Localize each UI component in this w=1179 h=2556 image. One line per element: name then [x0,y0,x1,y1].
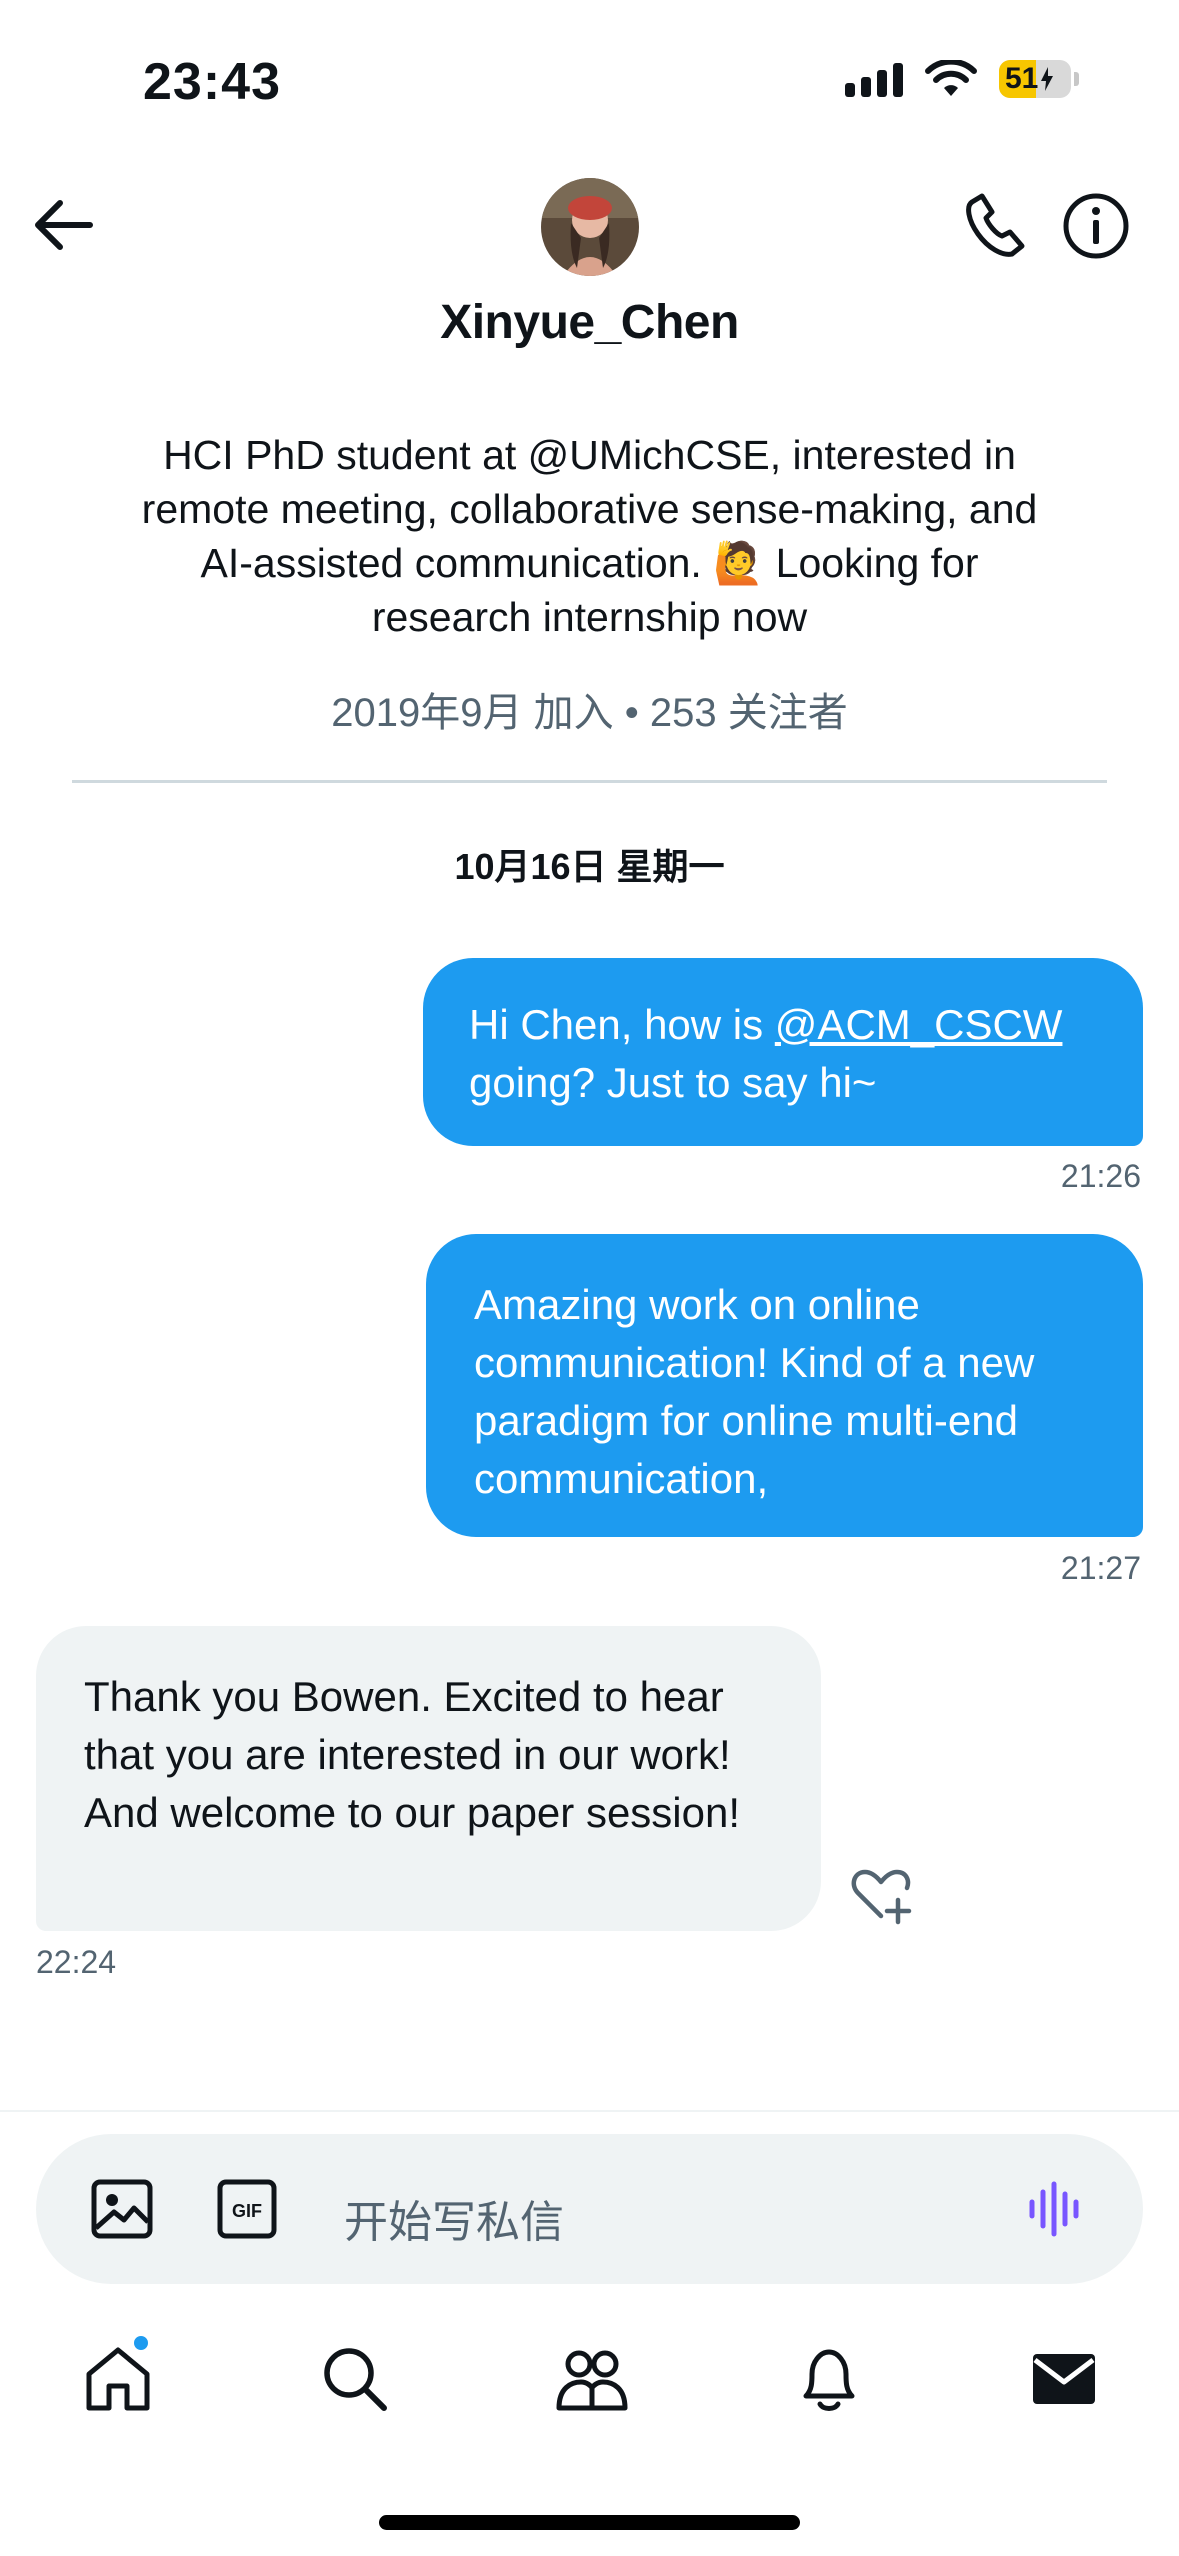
messages-envelope-icon [1033,2354,1095,2404]
message-input[interactable]: 开始写私信 [344,2186,564,2250]
search-icon [324,2348,387,2411]
message-composer: GIF 开始写私信 [36,2134,1143,2284]
display-name[interactable]: Xinyue_Chen [0,295,1179,350]
divider [72,780,1107,783]
bio-line: research internship now [371,594,808,640]
message-bubble-outgoing[interactable]: Amazing work on online communication! Ki… [426,1234,1143,1537]
tab-home[interactable] [81,2334,155,2416]
tab-communities[interactable] [555,2342,629,2416]
signal-icon [845,61,903,97]
message-text: Thank you Bowen. Excited to hear that yo… [84,1673,741,1836]
home-indicator[interactable] [379,2515,800,2530]
new-content-dot [132,2334,150,2352]
bio-line: AI-assisted communication. 🙋 Looking for [200,540,979,586]
conversation-info-button[interactable] [1060,190,1132,262]
svg-text:GIF: GIF [232,2201,262,2221]
message-text: going? Just to say hi~ [469,1059,877,1106]
communities-icon [556,2350,628,2411]
avatar[interactable] [541,178,639,276]
message-timestamp: 21:27 [1060,1550,1141,1586]
info-icon [1063,193,1129,259]
voice-wave-icon [1029,2181,1079,2237]
back-button[interactable] [30,195,100,255]
message-timestamp: 21:26 [1060,1158,1141,1194]
bio-line: remote meeting, collaborative sense-maki… [141,486,1038,532]
date-separator: 10月16日 星期一 [454,846,725,887]
mention-link[interactable]: @ACM_CSCW [775,1001,1063,1048]
voice-message-button[interactable] [1026,2178,1086,2240]
add-photo-button[interactable] [90,2178,154,2240]
bio-line: HCI PhD student at @UMichCSE, interested… [163,432,1016,478]
message-text: Amazing work on online communication! Ki… [474,1281,1035,1502]
tab-notifications[interactable] [792,2342,866,2416]
phone-icon [966,193,1025,257]
notifications-bell-icon [803,2349,855,2411]
wifi-icon [925,60,977,96]
tab-search[interactable] [318,2342,392,2416]
back-arrow-icon [35,200,93,250]
message-bubble-incoming[interactable]: Thank you Bowen. Excited to hear that yo… [36,1626,821,1931]
heart-plus-icon [851,1869,912,1925]
message-timestamp: 22:24 [36,1944,117,1980]
divider [0,2110,1179,2112]
add-gif-button[interactable]: GIF [216,2178,278,2240]
battery-percentage: 51 [1005,62,1039,95]
status-time: 23:43 [143,53,281,111]
profile-bio: HCI PhD student at @UMichCSE, interested… [80,428,1099,644]
image-icon [91,2179,153,2239]
profile-meta: 2019年9月 加入 • 253 关注者 [331,691,848,735]
battery-charging-icon: 51 [999,60,1079,98]
message-text: Hi Chen, how is [469,1001,775,1048]
gif-icon: GIF [217,2179,277,2239]
home-icon [86,2347,150,2411]
call-button[interactable] [962,190,1032,260]
status-icons: 51 [845,60,1079,98]
message-bubble-outgoing[interactable]: Hi Chen, how is @ACM_CSCW going? Just to… [423,958,1143,1146]
add-reaction-button[interactable] [848,1862,914,1928]
tab-messages[interactable] [1027,2342,1101,2416]
